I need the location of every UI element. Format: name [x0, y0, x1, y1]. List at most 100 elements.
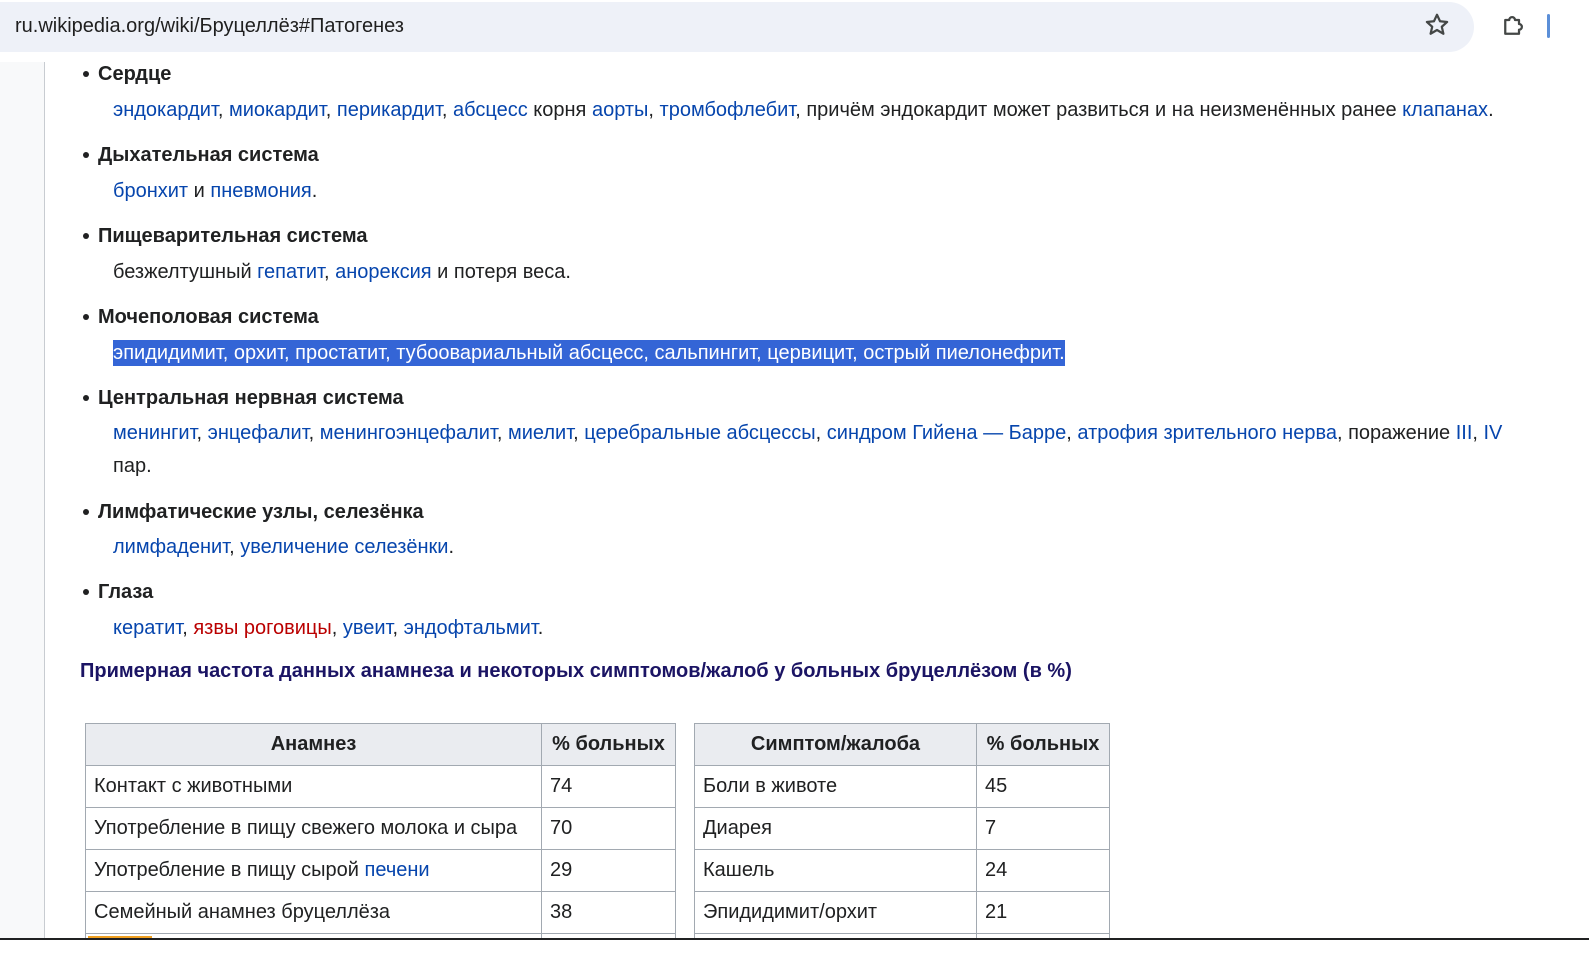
table-row: Контакт с животными 74 — [85, 765, 676, 808]
plain-text: , причём эндокардит может развиться и на… — [795, 99, 1403, 121]
wiki-link[interactable]: кератит — [113, 617, 182, 639]
puzzle-icon[interactable] — [1499, 10, 1529, 40]
wiki-link[interactable]: лимфаденит — [113, 536, 229, 558]
column-header: % больных — [976, 723, 1110, 766]
section-term: Дыхательная система — [98, 144, 319, 166]
table-cell-value: 74 — [541, 765, 676, 808]
wiki-link[interactable]: перикардит — [337, 99, 442, 121]
plain-text: , — [815, 422, 827, 444]
plain-text: . — [1488, 99, 1494, 121]
wiki-link[interactable]: атрофия зрительного нерва — [1077, 422, 1337, 444]
history-table: Анамнез % больных Контакт с животными 74… — [85, 723, 676, 940]
wiki-link[interactable]: миелит — [508, 422, 573, 444]
wiki-link[interactable]: IV — [1484, 422, 1503, 444]
section-description: бронхит и пневмония. — [113, 174, 317, 208]
section-genitourinary: Мочеполовая система эпидидимит, орхит, п… — [83, 305, 1065, 366]
table-cell-value: 70 — [541, 807, 676, 850]
table-caption: Примерная частота данных анамнеза и неко… — [80, 660, 1072, 682]
column-header: % больных — [541, 723, 676, 766]
wiki-link[interactable]: увеличение селезёнки — [240, 536, 448, 558]
table-cell-value: 45 — [976, 765, 1110, 808]
plain-text: . — [537, 617, 544, 639]
wiki-link[interactable]: III — [1456, 422, 1473, 444]
bullet — [83, 71, 89, 77]
missing-article-link[interactable]: язвы роговицы — [193, 617, 331, 639]
wiki-link[interactable]: анорексия — [335, 261, 432, 283]
table-header-row: Симптом/жалоба % больных — [694, 723, 1110, 766]
section-eyes: Глаза кератит, язвы роговицы, увеит, энд… — [83, 580, 543, 639]
plain-text: , — [573, 422, 585, 444]
star-icon[interactable] — [1423, 11, 1451, 39]
wiki-link[interactable]: абсцесс — [453, 99, 528, 121]
column-header: Анамнез — [85, 723, 542, 766]
url-text[interactable]: ru.wikipedia.org/wiki/Бруцеллёз#Патогене… — [15, 15, 404, 38]
selected-text[interactable]: эпидидимит, орхит, простатит, тубоовариа… — [113, 340, 1065, 366]
wikipedia-page: Сердце эндокардит, миокардит, перикардит… — [0, 62, 1589, 940]
wiki-link[interactable]: тромбофлебит — [660, 99, 796, 121]
wiki-link[interactable]: миокардит — [229, 99, 326, 121]
section-cns: Центральная нервная система менингит, эн… — [83, 386, 1502, 477]
profile-indicator — [1547, 14, 1550, 38]
bullet — [83, 589, 89, 595]
table-cell-label: Эпидидимит/орхит — [694, 891, 977, 934]
wiki-link[interactable]: эндокардит — [113, 99, 218, 121]
table-row: Кашель 24 — [694, 849, 1110, 892]
wiki-link[interactable]: бронхит — [113, 180, 188, 202]
table-cell-label: Употребление в пищу свежего молока и сыр… — [85, 807, 542, 850]
table-cell-value: 38 — [541, 891, 676, 934]
bullet — [83, 395, 89, 401]
section-digestive: Пищеварительная система безжелтушный геп… — [83, 224, 571, 283]
plain-text: корня — [527, 99, 592, 121]
plain-text: , — [392, 617, 404, 639]
column-header: Симптом/жалоба — [694, 723, 977, 766]
wiki-link[interactable]: аорты — [592, 99, 648, 121]
table-row: Употребление в пищу сырой печени 29 — [85, 849, 676, 892]
liver-link[interactable]: печени — [365, 859, 430, 881]
plain-text: , — [323, 261, 336, 283]
section-description-continuation: пар. — [113, 455, 152, 477]
section-lymph: Лимфатические узлы, селезёнка лимфаденит… — [83, 500, 454, 558]
wiki-link[interactable]: эндофтальмит — [404, 617, 538, 639]
plain-text: , — [496, 422, 508, 444]
plain-text: , поражение — [1336, 422, 1456, 444]
wiki-link[interactable]: увеит — [343, 617, 393, 639]
left-rail — [0, 62, 45, 940]
wiki-link[interactable]: клапанах — [1402, 99, 1488, 121]
plain-text: , — [1472, 422, 1484, 444]
wiki-link[interactable]: менингит — [113, 422, 197, 444]
table-row: Употребление в пищу свежего молока и сыр… — [85, 807, 676, 850]
table-row: Семейный анамнез бруцеллёза 38 — [85, 891, 676, 934]
table-cell-value: 7 — [976, 807, 1110, 850]
section-term: Сердце — [98, 63, 172, 85]
wiki-link[interactable]: менингоэнцефалит — [320, 422, 497, 444]
plain-text: , — [331, 617, 343, 639]
bullet — [83, 152, 89, 158]
browser-toolbar: ru.wikipedia.org/wiki/Бруцеллёз#Патогене… — [0, 0, 1589, 63]
section-description: эпидидимит, орхит, простатит, тубоовариа… — [113, 336, 1065, 370]
plain-text: , — [196, 422, 208, 444]
plain-text: , — [1066, 422, 1078, 444]
wiki-link[interactable]: синдром Гийена — Барре — [827, 422, 1067, 444]
table-cell-label: Семейный анамнез бруцеллёза — [85, 891, 542, 934]
plain-text: , — [308, 422, 320, 444]
plain-text: и — [188, 180, 211, 202]
section-description: эндокардит, миокардит, перикардит, абсце… — [113, 93, 1494, 127]
plain-text: , — [182, 617, 194, 639]
plain-text: , — [325, 99, 337, 121]
section-description: безжелтушный гепатит, анорексия и потеря… — [113, 255, 571, 289]
section-description: кератит, язвы роговицы, увеит, эндофталь… — [113, 611, 543, 645]
table-cell-label: Боли в животе — [694, 765, 977, 808]
plain-text: . — [448, 536, 455, 558]
wiki-link[interactable]: энцефалит — [208, 422, 309, 444]
wiki-link[interactable]: гепатит — [257, 261, 324, 283]
wiki-link[interactable]: церебральные абсцессы — [584, 422, 815, 444]
bullet — [83, 233, 89, 239]
table-cell-label: Кашель — [694, 849, 977, 892]
plain-text: и потеря веса. — [431, 261, 571, 283]
window-bottom-strip — [0, 940, 1589, 954]
table-row: Боли в животе 45 — [694, 765, 1110, 808]
table-row: Эпидидимит/орхит 21 — [694, 891, 1110, 934]
section-respiratory: Дыхательная система бронхит и пневмония. — [83, 143, 319, 202]
address-bar[interactable]: ru.wikipedia.org/wiki/Бруцеллёз#Патогене… — [0, 2, 1474, 52]
wiki-link[interactable]: пневмония — [210, 180, 311, 202]
